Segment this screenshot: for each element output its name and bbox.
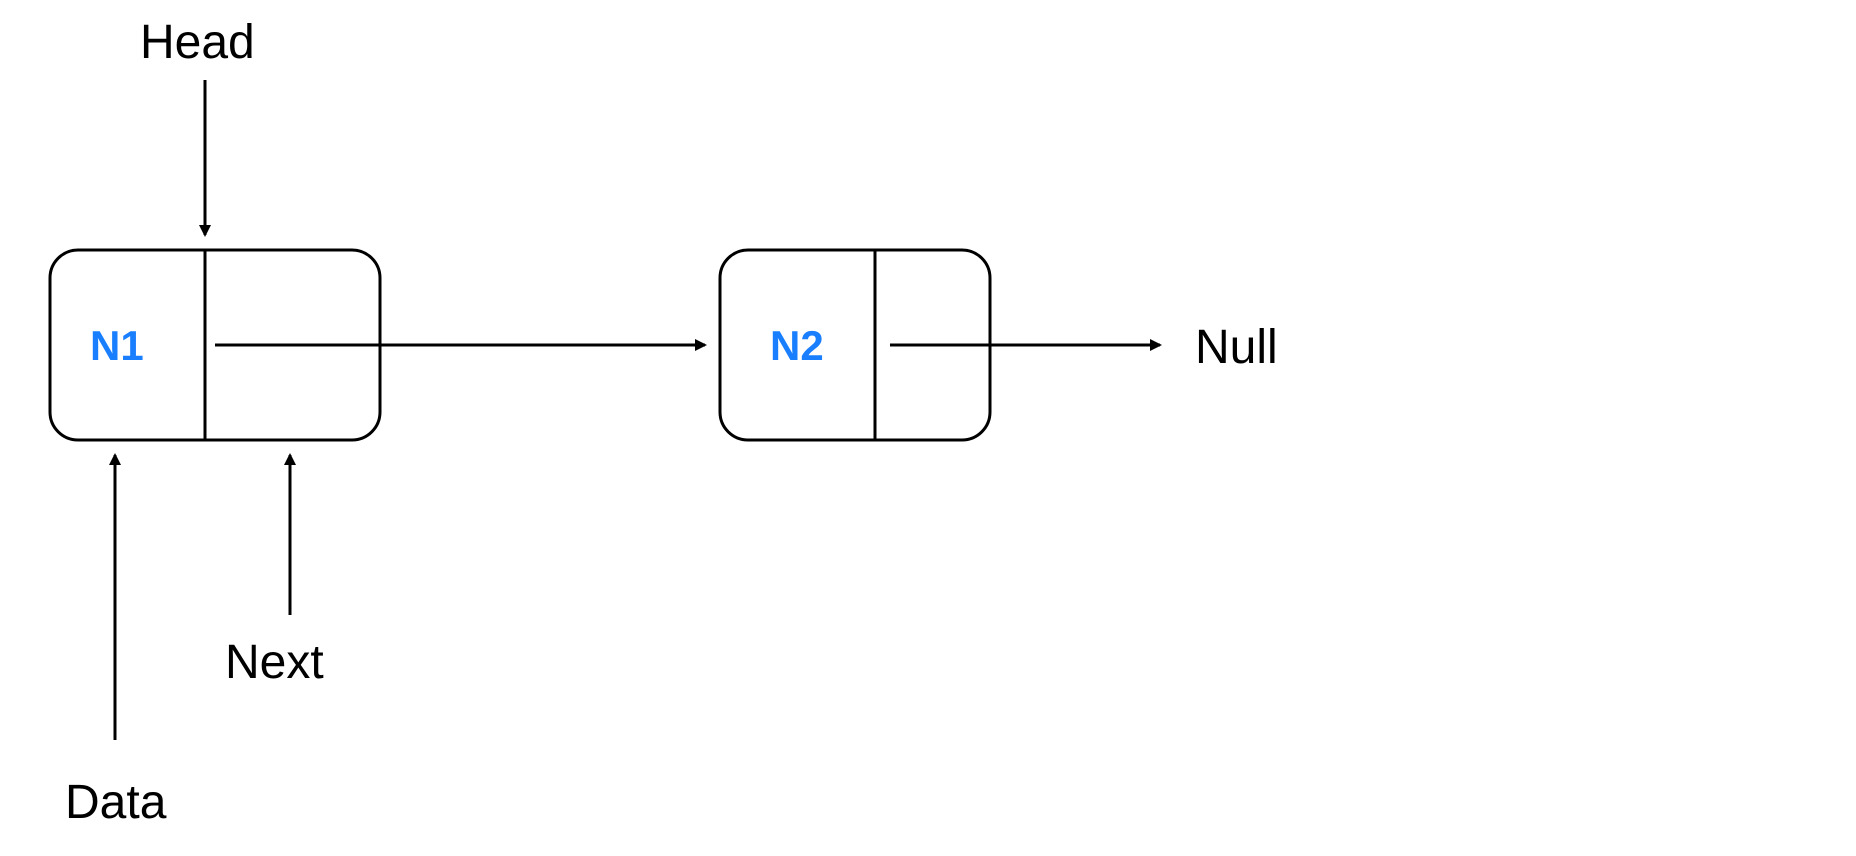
next-label: Next xyxy=(225,635,324,690)
null-label: Null xyxy=(1195,320,1278,375)
head-label: Head xyxy=(140,15,255,70)
node-n2-label: N2 xyxy=(770,322,824,370)
linked-list-diagram xyxy=(0,0,1856,856)
node-n1-label: N1 xyxy=(90,322,144,370)
data-label: Data xyxy=(65,775,166,830)
